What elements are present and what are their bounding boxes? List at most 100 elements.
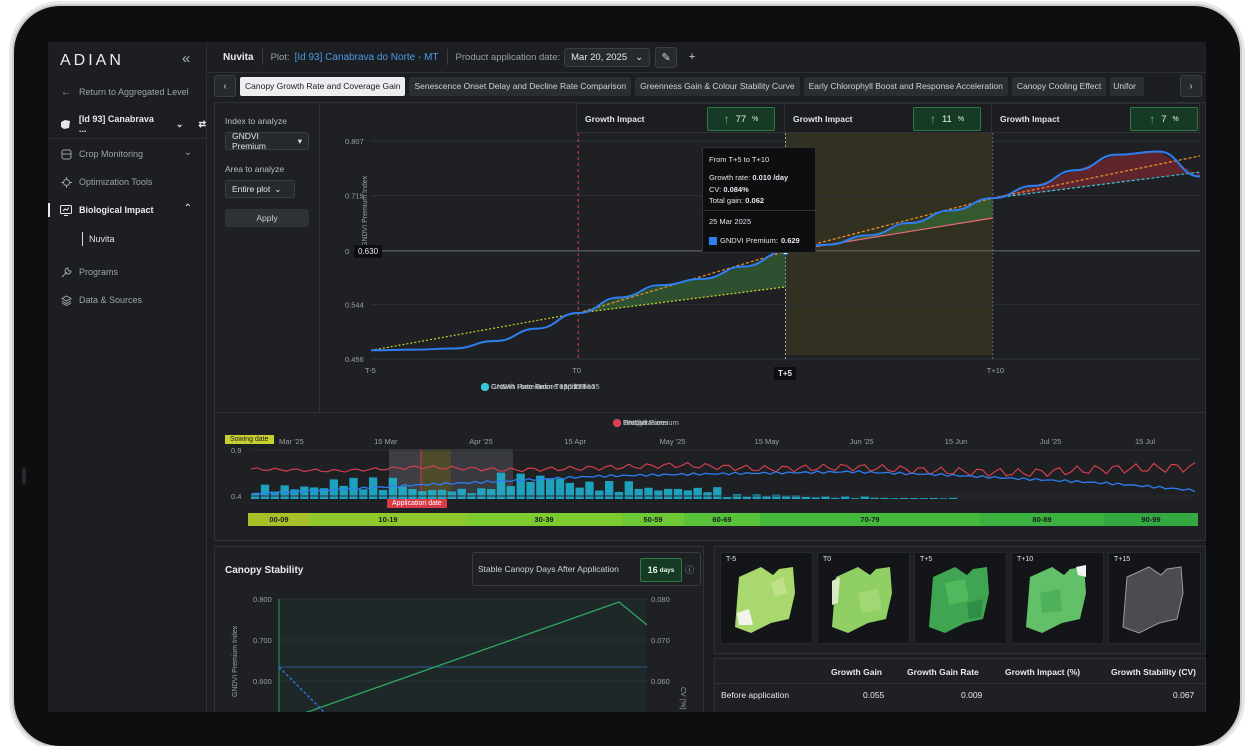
return-to-aggregated-link[interactable]: ← Return to Aggregated Level bbox=[60, 86, 189, 98]
sidebar-item-label: Programs bbox=[79, 267, 119, 277]
precipitation-bar bbox=[408, 489, 417, 499]
thumbnail-label: T+15 bbox=[1114, 556, 1131, 563]
plot-link[interactable]: [Id 93] Canabrava do Norte - MT bbox=[295, 52, 439, 63]
precipitation-bar bbox=[831, 497, 840, 499]
application-date-select[interactable]: Mar 20, 2025 ⌄ bbox=[564, 47, 651, 67]
x-tick-label: T0 bbox=[572, 366, 581, 375]
tooltip-key: CV: bbox=[709, 185, 722, 194]
stage-segment[interactable]: 60-69 bbox=[684, 513, 760, 526]
edit-date-button[interactable]: ✎ bbox=[655, 46, 678, 68]
y-axis-label: GNDVI Premium Index bbox=[362, 175, 369, 247]
chevron-up-icon[interactable]: ⌃ bbox=[184, 203, 192, 214]
legend-item[interactable]: Growth Rate From T+10 to T+15 bbox=[481, 382, 600, 391]
stage-segment[interactable]: 10-19 bbox=[310, 513, 466, 526]
tab-canopy-cooling[interactable]: Canopy Cooling Effect bbox=[1011, 76, 1107, 96]
stage-segment[interactable]: 00-09 bbox=[248, 513, 310, 526]
tab-canopy-growth[interactable]: Canopy Growth Rate and Coverage Gain bbox=[240, 76, 406, 96]
divider bbox=[261, 49, 263, 65]
precipitation-bar bbox=[634, 488, 643, 499]
crosshair-y-value: 0.630 bbox=[354, 245, 383, 258]
stability-band bbox=[279, 599, 647, 712]
precipitation-bar bbox=[428, 490, 437, 499]
field-map-t-5 bbox=[735, 567, 795, 633]
tabs-next-button[interactable]: › bbox=[1180, 75, 1202, 97]
stage-segment[interactable]: 70-79 bbox=[760, 513, 980, 526]
application-date-marker[interactable]: Application date bbox=[387, 499, 447, 508]
tooltip-cv: CV: 0.084% bbox=[709, 185, 749, 194]
analysis-tabs: ‹ Canopy Growth Rate and Coverage Gain S… bbox=[214, 75, 1202, 97]
x-tick-label: 15 Mar bbox=[374, 437, 398, 446]
y-tick-label: 0.800 bbox=[253, 595, 272, 604]
tabs-prev-button[interactable]: ‹ bbox=[214, 75, 236, 97]
series-swatch bbox=[709, 236, 717, 245]
sidebar-item-optimization-tools[interactable]: Optimization Tools bbox=[60, 176, 152, 188]
plot-selector[interactable]: [Id 93] Canabrava ... ⌄ ⇄ bbox=[60, 114, 206, 134]
precipitation-bar bbox=[880, 497, 889, 499]
imagery-thumbnail[interactable]: T+5 bbox=[914, 552, 1007, 644]
chevron-down-icon[interactable]: ⌄ bbox=[184, 147, 192, 158]
add-date-button[interactable]: + bbox=[682, 48, 702, 67]
sidebar-item-crop-monitoring[interactable]: Crop Monitoring bbox=[60, 148, 143, 160]
sidebar-item-data-sources[interactable]: Data & Sources bbox=[60, 294, 142, 306]
x-tick-label: May '25 bbox=[659, 437, 685, 446]
stage-segment[interactable]: 30-39 bbox=[466, 513, 622, 526]
field-map-t5 bbox=[929, 567, 989, 633]
sidebar-subitem-nuvita[interactable]: Nuvita bbox=[89, 234, 115, 244]
precipitation-bar bbox=[821, 496, 830, 499]
precipitation-bar bbox=[516, 473, 525, 499]
x-tick-label: Jul '25 bbox=[1040, 437, 1061, 446]
imagery-thumbnail[interactable]: T+15 bbox=[1108, 552, 1201, 644]
stage-segment[interactable]: 80-89 bbox=[980, 513, 1104, 526]
crosshair-icon bbox=[60, 176, 72, 188]
sidebar-item-programs[interactable]: Programs bbox=[60, 266, 118, 278]
x-tick-label: Mar '25 bbox=[279, 437, 304, 446]
precipitation-bar bbox=[378, 489, 388, 499]
compare-icon[interactable]: ⇄ bbox=[198, 119, 206, 130]
tab-greenness[interactable]: Greenness Gain & Colour Stability Curve bbox=[635, 76, 800, 96]
precipitation-bar bbox=[339, 485, 348, 499]
imagery-thumbnail[interactable]: T-5 bbox=[720, 552, 813, 644]
y2-tick-label: 0.070 bbox=[651, 636, 670, 645]
collapse-sidebar-icon[interactable]: « bbox=[182, 50, 190, 67]
precipitation-bar bbox=[713, 487, 722, 499]
thumbnail-label: T+10 bbox=[1017, 556, 1034, 563]
precipitation-bar bbox=[929, 497, 938, 499]
precipitation-bar bbox=[437, 489, 447, 499]
x-tick-label: 15 May bbox=[755, 437, 780, 446]
tab-uniformity[interactable]: Unifor bbox=[1110, 76, 1145, 96]
y-tick-label: 0.9 bbox=[231, 446, 241, 455]
app-logo: ADIAN bbox=[60, 52, 124, 69]
x-tick-label: T-5 bbox=[365, 366, 376, 375]
field-map-t10 bbox=[1026, 565, 1086, 633]
arrow-left-icon: ← bbox=[61, 86, 71, 98]
subitem-indicator bbox=[82, 232, 83, 246]
precipitation-bar bbox=[575, 487, 584, 499]
imagery-thumbnail[interactable]: T0 bbox=[817, 552, 910, 644]
precipitation-bar bbox=[752, 494, 761, 499]
precipitation-bar bbox=[506, 486, 515, 499]
product-name: Nuvita bbox=[223, 51, 254, 63]
app-screen: ADIAN « ← Return to Aggregated Level [Id… bbox=[48, 42, 1206, 712]
y-tick-label: 0.719 bbox=[345, 192, 364, 201]
precipitation-bar bbox=[359, 489, 368, 499]
table-cell: 0.055 bbox=[863, 690, 885, 700]
tab-chlorophyll[interactable]: Early Chlorophyll Boost and Response Acc… bbox=[803, 76, 1008, 96]
sidebar-item-biological-impact[interactable]: Biological Impact bbox=[60, 204, 154, 216]
sidebar: ADIAN « ← Return to Aggregated Level [Id… bbox=[48, 42, 207, 712]
return-label: Return to Aggregated Level bbox=[79, 87, 189, 97]
y-axis-label: GNDVI Premium Index bbox=[232, 625, 239, 697]
tooltip-title: From T+5 to T+10 bbox=[709, 155, 770, 164]
thumbnail-label: T+5 bbox=[920, 556, 933, 563]
tab-senescence[interactable]: Senescence Onset Delay and Decline Rate … bbox=[409, 76, 632, 96]
imagery-thumbnail[interactable]: T+10 bbox=[1011, 552, 1104, 644]
plot-label: Plot: bbox=[270, 51, 290, 63]
layers-icon bbox=[60, 294, 72, 306]
stage-segment[interactable]: 50-59 bbox=[622, 513, 684, 526]
y-tick-label: 0.807 bbox=[345, 137, 364, 146]
growth-summary-table: Growth Gain Growth Gain Rate Growth Impa… bbox=[714, 658, 1206, 712]
precipitation-bar bbox=[487, 489, 496, 499]
tooltip-key: GNDVI Premium: bbox=[720, 236, 778, 245]
stage-segment[interactable]: 90-99 bbox=[1104, 513, 1198, 526]
column-header: Growth Impact (%) bbox=[1005, 667, 1081, 677]
y-tick-label: 0.600 bbox=[253, 677, 272, 686]
